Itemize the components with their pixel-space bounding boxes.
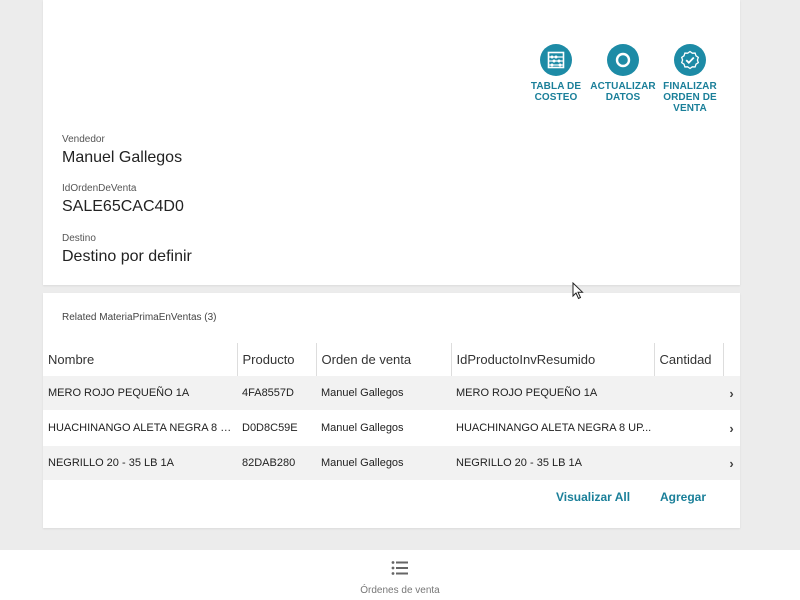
cell-cantidad (654, 375, 723, 411)
nav-item-label: Órdenes de venta (360, 585, 440, 596)
cell-producto: 82DAB280 (237, 445, 316, 480)
column-header-orden[interactable]: Orden de venta (315, 343, 451, 376)
cell-id-producto: HUACHINANGO ALETA NEGRA 8 UP... (451, 410, 654, 446)
bottom-nav-bar: Órdenes de venta (0, 550, 800, 600)
destino-value: Destino por definir (62, 248, 192, 265)
abacus-icon (540, 44, 572, 76)
cell-id-producto: NEGRILLO 20 - 35 LB 1A (451, 445, 654, 480)
column-header-spacer (722, 343, 740, 376)
cell-producto: D0D8C59E (237, 410, 316, 446)
chevron-right-icon[interactable]: › (723, 445, 740, 480)
cell-cantidad (654, 410, 723, 446)
cell-orden: Manuel Gallegos (316, 375, 451, 411)
list-icon (391, 561, 409, 580)
vendedor-label: Vendedor (62, 134, 105, 145)
nav-item-ordenes-de-venta[interactable]: Órdenes de venta (340, 560, 460, 596)
related-list-title: Related MateriaPrimaEnVentas (3) (62, 312, 217, 323)
cell-orden: Manuel Gallegos (316, 445, 451, 480)
chevron-right-icon[interactable]: › (723, 410, 740, 446)
table-row[interactable]: HUACHINANGO ALETA NEGRA 8 U... D0D8C59E … (43, 410, 740, 446)
finalizar-label-line3: VENTA (673, 103, 707, 114)
cell-cantidad (654, 445, 723, 480)
related-list-card: Related MateriaPrimaEnVentas (3) Nombre … (43, 293, 740, 528)
finalizar-label-line1: FINALIZAR (663, 81, 717, 92)
chevron-right-icon[interactable]: › (723, 375, 740, 411)
vendedor-value: Manuel Gallegos (62, 149, 183, 166)
destino-label: Destino (62, 233, 96, 244)
cell-producto: 4FA8557D (237, 375, 316, 411)
agregar-link[interactable]: Agregar (660, 490, 706, 504)
finalizar-label-line2: ORDEN DE (663, 92, 717, 103)
column-header-nombre[interactable]: Nombre (43, 343, 237, 376)
cell-nombre: HUACHINANGO ALETA NEGRA 8 U... (43, 410, 237, 446)
related-table: Nombre Producto Orden de venta IdProduct… (43, 343, 740, 480)
column-header-cantidad[interactable]: Cantidad (653, 343, 723, 376)
column-header-producto[interactable]: Producto (236, 343, 316, 376)
table-header-row: Nombre Producto Orden de venta IdProduct… (43, 343, 740, 376)
refresh-circle-icon (607, 44, 639, 76)
cell-nombre: MERO ROJO PEQUEÑO 1A (43, 375, 237, 411)
finalizar-orden-label: FINALIZAR ORDEN DE VENTA (650, 81, 730, 114)
table-row[interactable]: NEGRILLO 20 - 35 LB 1A 82DAB280 Manuel G… (43, 445, 740, 480)
mouse-cursor-icon (572, 281, 584, 305)
cell-nombre: NEGRILLO 20 - 35 LB 1A (43, 445, 237, 480)
finalizar-orden-button[interactable]: FINALIZAR ORDEN DE VENTA (650, 44, 730, 114)
column-header-id-producto[interactable]: IdProductoInvResumido (450, 343, 654, 376)
id-orden-value: SALE65CAC4D0 (62, 198, 184, 215)
visualizar-all-link[interactable]: Visualizar All (556, 490, 630, 504)
cell-id-producto: MERO ROJO PEQUEÑO 1A (451, 375, 654, 411)
table-row[interactable]: MERO ROJO PEQUEÑO 1A 4FA8557D Manuel Gal… (43, 375, 740, 411)
order-detail-card: TABLA DE COSTEO ACTUALIZAR DATOS FINALIZ… (43, 0, 740, 285)
check-badge-icon (674, 44, 706, 76)
cell-orden: Manuel Gallegos (316, 410, 451, 446)
id-orden-label: IdOrdenDeVenta (62, 183, 137, 194)
